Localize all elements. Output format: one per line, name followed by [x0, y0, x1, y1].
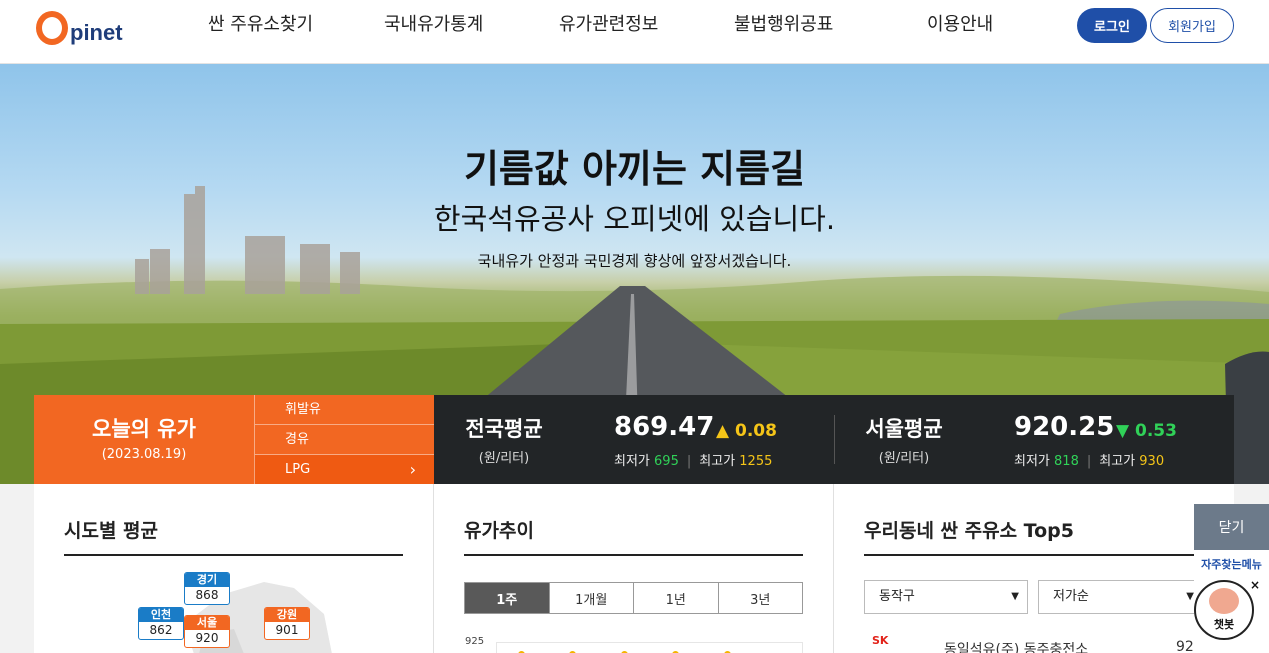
region-seoul-value: 920 — [195, 631, 219, 645]
station-name[interactable]: 동일석유(주) 동주충전소 — [944, 639, 1088, 653]
chevron-right-icon: › — [409, 460, 416, 479]
tab-diesel[interactable]: 경유 — [254, 425, 434, 455]
national-average-label-group: 전국평균 (원/리터) — [434, 413, 574, 466]
quick-menu-body: 자주찾는메뉴 챗봇 × — [1194, 550, 1269, 653]
quick-menu-close-button[interactable]: 닫기 — [1194, 504, 1269, 550]
regional-average-title: 시도별 평균 — [64, 520, 159, 542]
average-price-box: 전국평균 (원/리터) 869.47 ▲ 0.08 최저가 695 | 최고가 12… — [434, 395, 1234, 484]
nav-find-station[interactable]: 싼 주유소찾기 — [208, 12, 313, 38]
quick-menu-label: 자주찾는메뉴 — [1201, 558, 1262, 571]
region-incheon-value: 862 — [149, 623, 173, 637]
nav-domestic-stats[interactable]: 국내유가통계 — [384, 12, 483, 38]
national-average-value: 869.47 — [614, 412, 715, 442]
sk-energy-logo: SK — [872, 634, 889, 647]
seoul-min-value: 818 — [1054, 454, 1079, 469]
tab-diesel-label: 경유 — [285, 432, 309, 447]
seoul-max-value: 930 — [1139, 454, 1165, 469]
region-seoul[interactable]: 서울 920 — [184, 615, 230, 648]
seoul-average-change: ▼ 0.53 — [1116, 421, 1177, 441]
sort-select-value: 저가순 — [1053, 589, 1089, 604]
seoul-average-unit: (원/리터) — [878, 451, 930, 466]
caret-down-icon: ▼ — [1011, 591, 1019, 602]
tab-1-year[interactable]: 1년 — [633, 583, 718, 613]
tab-lpg[interactable]: LPG › — [254, 455, 434, 485]
tab-3-years[interactable]: 3년 — [717, 583, 803, 613]
seoul-average-label-group: 서울평균 (원/리터) — [834, 413, 974, 466]
seoul-min-max: 최저가 818 | 최고가 930 — [1014, 454, 1165, 469]
tab-1-month[interactable]: 1개월 — [548, 583, 634, 613]
seoul-average-label: 서울평균 — [865, 417, 943, 441]
chatbot-close-icon[interactable]: × — [1250, 578, 1260, 592]
nav-oil-info[interactable]: 유가관련정보 — [559, 12, 658, 38]
price-trend-panel: 유가추이 1주 1개월 1년 3년 925 — [434, 484, 833, 653]
region-seoul-name: 서울 — [185, 616, 229, 630]
tab-gasoline-label: 휘발유 — [285, 402, 321, 417]
region-gangwon-value: 901 — [275, 623, 299, 637]
logo-o-mark — [36, 11, 68, 45]
region-gyeonggi-value: 868 — [195, 588, 219, 602]
region-incheon-name: 인천 — [139, 608, 183, 622]
caret-down-icon: ▼ — [1186, 591, 1194, 602]
region-incheon[interactable]: 인천 862 — [138, 607, 184, 640]
top5-panel: 우리동네 싼 주유소 Top5 동작구 ▼ 저가순 ▼ SK 동일석유(주) 동… — [834, 484, 1234, 653]
title-underline — [864, 554, 1203, 556]
login-button[interactable]: 로그인 — [1077, 8, 1147, 43]
seoul-max-label: 최고가 — [1099, 454, 1136, 469]
nav-guide[interactable]: 이용안내 — [927, 12, 993, 38]
hero-subtitle: 한국석유공사 오피넷에 있습니다. — [433, 202, 836, 236]
hero-title: 기름값 아끼는 지름길 — [463, 147, 806, 191]
region-gangwon[interactable]: 강원 901 — [264, 607, 310, 640]
top5-title: 우리동네 싼 주유소 Top5 — [864, 520, 1074, 542]
today-title: 오늘의 유가 — [92, 417, 196, 441]
chart-y-tick: 925 — [465, 636, 485, 647]
hero-tagline: 국내유가 안정과 국민경제 향상에 앞장서겠습니다. — [477, 252, 792, 270]
join-button[interactable]: 회원가입 — [1150, 8, 1234, 43]
sort-select[interactable]: 저가순 ▼ — [1038, 580, 1203, 614]
title-underline — [64, 554, 403, 556]
national-max-label: 최고가 — [699, 454, 736, 469]
region-gyeonggi[interactable]: 경기 868 — [184, 572, 230, 605]
quick-menu: 닫기 자주찾는메뉴 챗봇 × — [1194, 504, 1269, 653]
today-price-box: 오늘의 유가 (2023.08.19) — [34, 395, 254, 484]
national-average-unit: (원/리터) — [478, 451, 530, 466]
seoul-min-label: 최저가 — [1014, 454, 1050, 469]
site-header: pinet 싼 주유소찾기 국내유가통계 유가관련정보 불법행위공표 이용안내 … — [0, 0, 1269, 64]
district-select-value: 동작구 — [879, 589, 915, 604]
region-gyeonggi-name: 경기 — [185, 573, 229, 587]
trend-chart-area — [496, 642, 803, 653]
nav-illegal-disclosure[interactable]: 불법행위공표 — [734, 12, 833, 38]
chatbot-label: 챗봇 — [1213, 618, 1235, 631]
logo-text: pinet — [70, 20, 123, 45]
regional-average-panel: 시도별 평균 경기 868 인천 862 서울 920 강원 901 — [34, 484, 433, 653]
national-min-label: 최저가 — [614, 454, 650, 469]
tab-gasoline[interactable]: 휘발유 — [254, 395, 434, 425]
region-gangwon-name: 강원 — [265, 608, 309, 622]
period-tabs: 1주 1개월 1년 3년 — [464, 582, 803, 614]
seoul-average-value: 920.25 — [1014, 412, 1115, 442]
opinet-logo[interactable]: pinet — [36, 5, 123, 45]
tab-1-week[interactable]: 1주 — [465, 583, 549, 613]
price-trend-title: 유가추이 — [464, 520, 534, 542]
tab-lpg-label: LPG — [285, 462, 311, 477]
district-select[interactable]: 동작구 ▼ — [864, 580, 1028, 614]
national-min-max: 최저가 695 | 최고가 1255 — [614, 454, 773, 469]
title-underline — [464, 554, 803, 556]
national-average-change: ▲ 0.08 — [716, 421, 777, 441]
chatbot-character-icon — [1209, 588, 1239, 614]
fuel-type-tabs: 휘발유 경유 LPG › — [254, 395, 434, 485]
national-average-label: 전국평균 — [465, 417, 543, 441]
today-date: (2023.08.19) — [101, 447, 187, 462]
national-min-value: 695 — [654, 454, 679, 469]
national-max-value: 1255 — [739, 454, 773, 469]
chatbot-button[interactable]: 챗봇 — [1194, 580, 1254, 640]
